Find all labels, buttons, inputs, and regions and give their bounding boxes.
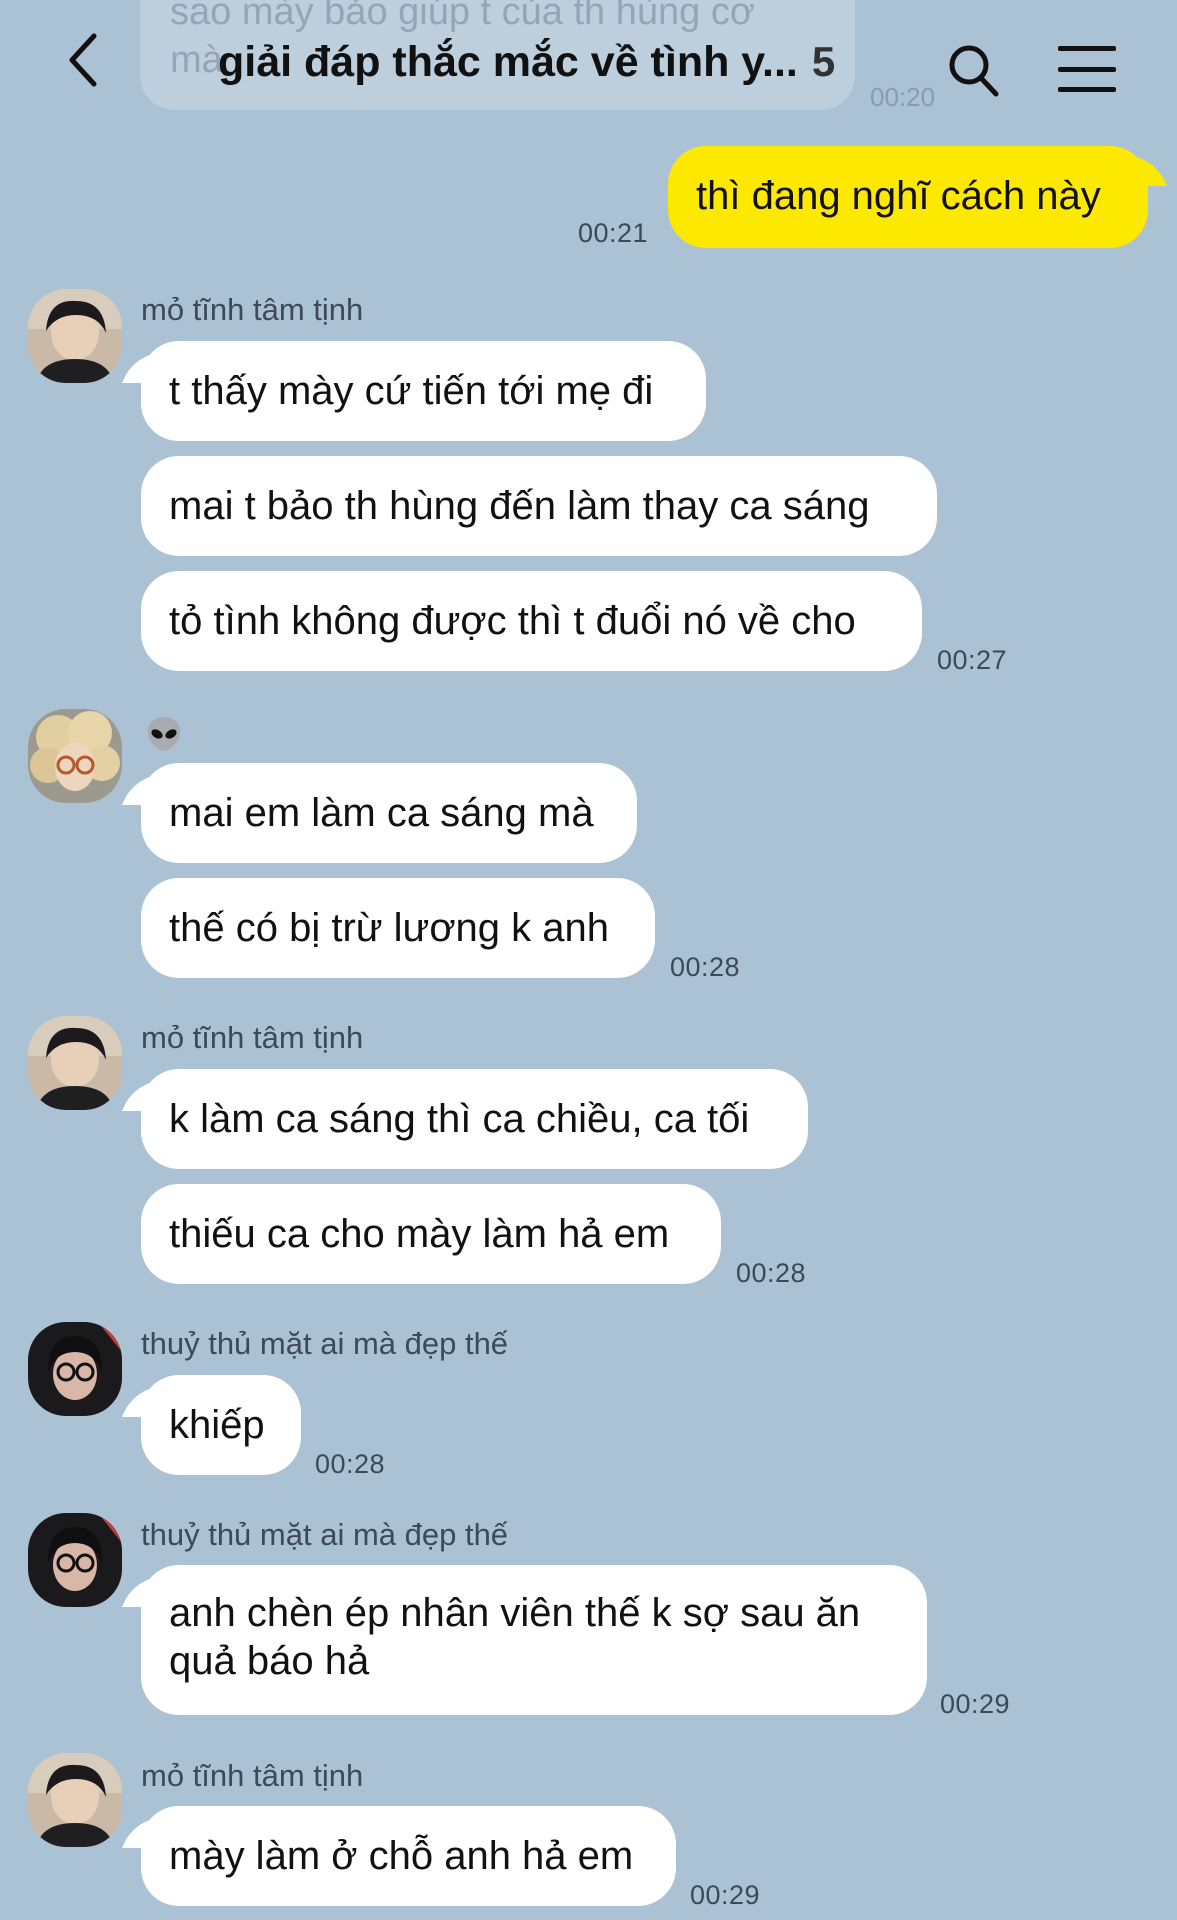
- menu-button[interactable]: [1058, 46, 1116, 92]
- avatar-photo: [28, 1322, 122, 1416]
- message-time: 00:29: [940, 1689, 1011, 1719]
- message-bubble[interactable]: mai t bảo th hùng đến làm thay ca sáng: [141, 456, 937, 556]
- sender-name: thuỷ thủ mặt ai mà đẹp thế: [141, 1517, 509, 1552]
- message-text: tỏ tình không được thì t đuổi nó về cho: [169, 599, 856, 643]
- message-bubble[interactable]: anh chèn ép nhân viên thế k sợ sau ăn qu…: [141, 1565, 927, 1715]
- chat-title: giải đáp thắc mắc về tình y...: [218, 37, 798, 86]
- message-text: thì đang nghĩ cách này: [696, 174, 1101, 218]
- message-bubble[interactable]: khiếp: [141, 1375, 301, 1475]
- message-time: 00:28: [736, 1258, 807, 1288]
- message-bubble[interactable]: mai em làm ca sáng mà: [141, 763, 637, 863]
- message-time: 00:21: [578, 218, 649, 248]
- message-bubble[interactable]: tỏ tình không được thì t đuổi nó về cho: [141, 571, 922, 671]
- message-text: mai t bảo th hùng đến làm thay ca sáng: [169, 484, 870, 528]
- message-text: t thấy mày cứ tiến tới mẹ đi: [169, 369, 654, 413]
- message-bubble[interactable]: k làm ca sáng thì ca chiều, ca tối: [141, 1069, 808, 1169]
- avatar-photo: [28, 709, 122, 803]
- message-time: 00:28: [315, 1449, 386, 1479]
- message-time: 00:27: [937, 645, 1008, 675]
- search-icon: [949, 45, 999, 97]
- hamburger-menu-icon: [1058, 46, 1116, 51]
- message-bubble[interactable]: t thấy mày cứ tiến tới mẹ đi: [141, 341, 706, 441]
- avatar-photo: [28, 1513, 122, 1607]
- message-text: mai em làm ca sáng mà: [169, 791, 594, 835]
- member-count: 5: [811, 38, 836, 85]
- chat-header: sao mày bảo giúp t của th hùng cơ mà 00:…: [0, 0, 1177, 125]
- message-bubble[interactable]: thiếu ca cho mày làm hả em: [141, 1184, 721, 1284]
- avatar-mo-tinh-tam-tinh[interactable]: [28, 1753, 122, 1847]
- message-text: thiếu ca cho mày làm hả em: [169, 1212, 670, 1256]
- avatar-mo-tinh-tam-tinh[interactable]: [28, 1016, 122, 1110]
- avatar-mo-tinh-tam-tinh[interactable]: [28, 289, 122, 383]
- message-time: 00:28: [670, 952, 741, 982]
- avatar-photo: [28, 1753, 122, 1847]
- my-message-bubble[interactable]: thì đang nghĩ cách này: [668, 146, 1148, 248]
- message-text: mày làm ở chỗ anh hả em: [169, 1834, 634, 1878]
- chat-title-area[interactable]: giải đáp thắc mắc về tình y... 5: [218, 30, 883, 94]
- sender-name: mỏ tĩnh tâm tịnh: [141, 292, 364, 327]
- sender-name: thuỷ thủ mặt ai mà đẹp thế: [141, 1326, 509, 1361]
- avatar-alien-user[interactable]: [28, 709, 122, 803]
- message-time: 00:29: [690, 1880, 761, 1910]
- chevron-left-icon: [69, 33, 97, 87]
- message-text: khiếp: [169, 1403, 265, 1447]
- avatar-thuy-thu[interactable]: [28, 1513, 122, 1607]
- message-text: k làm ca sáng thì ca chiều, ca tối: [169, 1097, 750, 1141]
- avatar-photo: [28, 289, 122, 383]
- message-text: anh chèn ép nhân viên thế k sợ sau ăn qu…: [169, 1591, 861, 1683]
- avatar-thuy-thu[interactable]: [28, 1322, 122, 1416]
- search-button[interactable]: [946, 42, 1002, 98]
- message-bubble[interactable]: mày làm ở chỗ anh hả em: [141, 1806, 676, 1906]
- alien-emoji: [145, 715, 183, 753]
- alien-icon: [147, 717, 181, 751]
- avatar-photo: [28, 1016, 122, 1110]
- sender-name: mỏ tĩnh tâm tịnh: [141, 1758, 364, 1793]
- message-bubble[interactable]: thế có bị trừ lương k anh: [141, 878, 655, 978]
- sender-name: mỏ tĩnh tâm tịnh: [141, 1020, 364, 1055]
- back-button[interactable]: [58, 30, 108, 90]
- message-text: thế có bị trừ lương k anh: [169, 906, 609, 950]
